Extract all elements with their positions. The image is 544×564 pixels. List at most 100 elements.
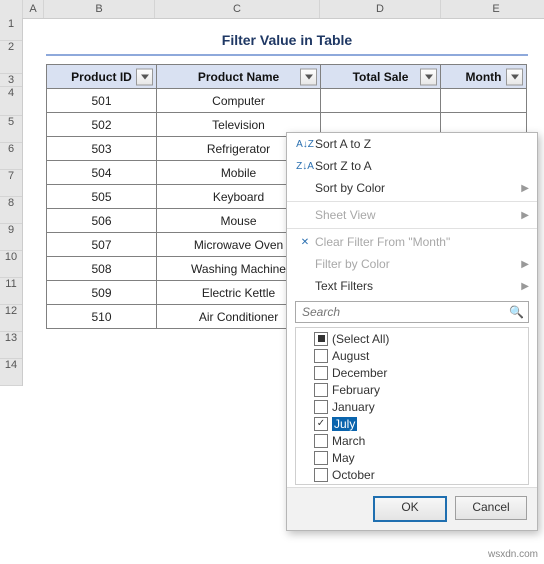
filter-menu-buttons: OK Cancel — [287, 487, 537, 530]
col-E[interactable]: E — [441, 0, 544, 18]
col-B[interactable]: B — [44, 0, 155, 18]
header-product-id: Product ID — [47, 65, 157, 89]
filter-item-label: May — [332, 451, 355, 465]
select-all-corner[interactable] — [0, 0, 23, 18]
filter-item[interactable]: May — [300, 449, 524, 466]
col-C[interactable]: C — [155, 0, 320, 18]
filter-values-list[interactable]: (Select All) August DecemberFebruary Januar… — [295, 327, 529, 485]
menu-sort-by-color[interactable]: Sort by Color ▶ — [287, 177, 537, 199]
checkbox[interactable] — [314, 366, 328, 380]
filter-item-label: January — [332, 400, 375, 414]
filter-item[interactable]: December — [300, 364, 524, 381]
menu-separator — [287, 201, 537, 202]
filter-search[interactable]: 🔍 — [295, 301, 529, 323]
cell-product-name[interactable]: Computer — [157, 89, 321, 113]
chevron-right-icon: ▶ — [521, 281, 529, 292]
filter-item[interactable]: (Select All) — [300, 330, 524, 347]
chevron-right-icon: ▶ — [521, 259, 529, 270]
clear-filter-icon: ✕ — [295, 237, 315, 248]
checkbox[interactable] — [314, 349, 328, 363]
cell-product-id[interactable]: 505 — [47, 185, 157, 209]
menu-sort-az[interactable]: A↓Z Sort A to Z — [287, 133, 537, 155]
checkbox[interactable] — [314, 434, 328, 448]
menu-text-filters[interactable]: Text Filters ▶ — [287, 275, 537, 297]
page-title: Filter Value in Table — [46, 26, 528, 56]
row-4[interactable]: 4 — [0, 87, 22, 116]
cancel-button[interactable]: Cancel — [455, 496, 527, 520]
header-total-sale: Total Sale — [321, 65, 441, 89]
cell-product-id[interactable]: 509 — [47, 281, 157, 305]
cell-month[interactable] — [441, 89, 527, 113]
filter-item-label: December — [332, 366, 387, 380]
filter-button-product-id[interactable] — [136, 68, 153, 85]
filter-button-product-name[interactable] — [300, 68, 317, 85]
cell-product-id[interactable]: 501 — [47, 89, 157, 113]
filter-item[interactable]: August — [300, 347, 524, 364]
row-6[interactable]: 6 — [0, 143, 22, 170]
row-11[interactable]: 11 — [0, 278, 22, 305]
filter-item[interactable]: March — [300, 432, 524, 449]
row-8[interactable]: 8 — [0, 197, 22, 224]
row-10[interactable]: 10 — [0, 251, 22, 278]
search-icon: 🔍 — [509, 305, 524, 319]
filter-item-label: July — [332, 417, 357, 431]
header-month: Month — [441, 65, 527, 89]
menu-filter-by-color: Filter by Color ▶ — [287, 253, 537, 275]
table-row[interactable]: 501Computer — [47, 89, 527, 113]
menu-sort-za[interactable]: Z↓A Sort Z to A — [287, 155, 537, 177]
checkbox[interactable] — [314, 417, 328, 431]
filter-menu: A↓Z Sort A to Z Z↓A Sort Z to A Sort by … — [286, 132, 538, 531]
menu-sort-za-label: Sort Z to A — [315, 159, 529, 173]
cell-product-id[interactable]: 503 — [47, 137, 157, 161]
menu-filter-color-label: Filter by Color — [315, 257, 521, 271]
checkbox[interactable] — [314, 451, 328, 465]
cell-product-id[interactable]: 504 — [47, 161, 157, 185]
cell-product-id[interactable]: 507 — [47, 233, 157, 257]
checkbox[interactable] — [314, 468, 328, 482]
header-product-id-label: Product ID — [71, 70, 132, 84]
col-A[interactable]: A — [23, 0, 44, 18]
cell-product-id[interactable]: 510 — [47, 305, 157, 329]
row-5[interactable]: 5 — [0, 116, 22, 143]
menu-sheet-view-label: Sheet View — [315, 208, 521, 222]
chevron-right-icon: ▶ — [521, 183, 529, 194]
filter-button-total-sale[interactable] — [420, 68, 437, 85]
column-headers: A B C D E — [0, 0, 544, 19]
row-1[interactable]: 1 — [0, 18, 22, 41]
header-product-name-label: Product Name — [198, 70, 279, 84]
row-3[interactable]: 3 — [0, 74, 22, 87]
checkbox[interactable] — [314, 400, 328, 414]
cell-product-id[interactable]: 508 — [47, 257, 157, 281]
menu-text-filters-label: Text Filters — [315, 279, 521, 293]
filter-item[interactable]: January — [300, 398, 524, 415]
sort-az-icon: A↓Z — [295, 139, 315, 150]
filter-item[interactable]: October — [300, 466, 524, 483]
filter-item[interactable]: February — [300, 381, 524, 398]
row-12[interactable]: 12 — [0, 305, 22, 332]
watermark: wsxdn.com — [488, 549, 538, 560]
filter-item-label: October — [332, 468, 375, 482]
filter-button-month[interactable] — [506, 68, 523, 85]
menu-sheet-view: Sheet View ▶ — [287, 204, 537, 226]
header-total-sale-label: Total Sale — [353, 70, 409, 84]
row-13[interactable]: 13 — [0, 332, 22, 359]
checkbox[interactable] — [314, 383, 328, 397]
menu-sort-az-label: Sort A to Z — [315, 137, 529, 151]
row-7[interactable]: 7 — [0, 170, 22, 197]
checkbox[interactable] — [314, 332, 328, 346]
row-9[interactable]: 9 — [0, 224, 22, 251]
filter-item[interactable]: July — [300, 415, 524, 432]
cell-product-id[interactable]: 506 — [47, 209, 157, 233]
chevron-right-icon: ▶ — [521, 210, 529, 221]
filter-search-input[interactable] — [300, 304, 509, 320]
filter-item-label: August — [332, 349, 369, 363]
cell-product-id[interactable]: 502 — [47, 113, 157, 137]
cell-total-sale[interactable] — [321, 89, 441, 113]
row-2[interactable]: 2 — [0, 41, 22, 74]
row-14[interactable]: 14 — [0, 359, 22, 386]
ok-button[interactable]: OK — [373, 496, 447, 522]
col-D[interactable]: D — [320, 0, 441, 18]
menu-sort-color-label: Sort by Color — [315, 181, 521, 195]
header-product-name: Product Name — [157, 65, 321, 89]
filter-item-label: March — [332, 434, 365, 448]
